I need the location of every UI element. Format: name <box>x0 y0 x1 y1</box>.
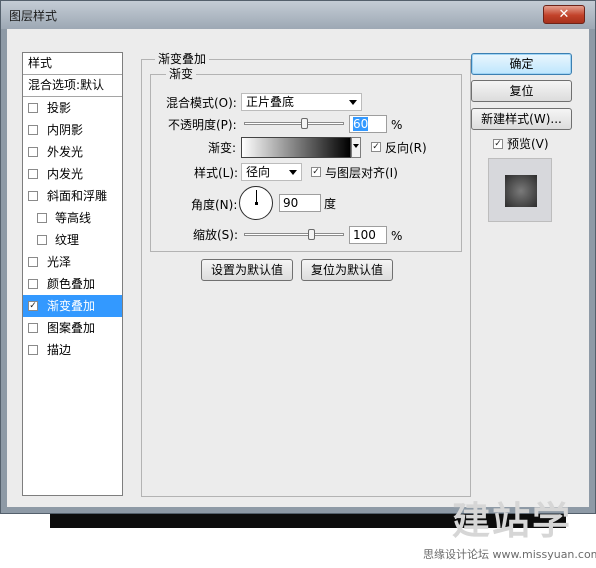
angle-dial[interactable] <box>239 186 273 220</box>
window-title: 图层样式 <box>9 9 58 23</box>
watermark-logo: 建站学 <box>452 499 573 543</box>
sidebar-item-checkbox[interactable] <box>28 279 38 289</box>
gradient-preview[interactable] <box>241 137 351 158</box>
title-bar[interactable]: 图层样式 ✕ <box>1 1 595 29</box>
sidebar-item-label: 内发光 <box>47 167 84 181</box>
scale-percent: % <box>391 229 403 243</box>
sidebar-item-label: 图案叠加 <box>47 321 96 335</box>
sidebar-item[interactable]: 斜面和浮雕 <box>23 185 122 207</box>
sidebar-item[interactable]: 图案叠加 <box>23 317 122 339</box>
opacity-slider[interactable] <box>244 118 344 129</box>
align-with-layer-label: 与图层对齐(I) <box>325 166 398 180</box>
scale-label: 缩放(S): <box>193 228 239 242</box>
sidebar-item[interactable]: 纹理 <box>23 229 122 251</box>
sidebar-item[interactable]: 描边 <box>23 339 122 361</box>
gradient-label: 渐变: <box>208 141 237 155</box>
blend-mode-value: 正片叠底 <box>246 95 295 109</box>
chevron-down-icon <box>349 100 357 105</box>
sidebar-item-label: 描边 <box>47 343 72 357</box>
sidebar-item-checkbox[interactable] <box>28 147 38 157</box>
close-button[interactable]: ✕ <box>543 5 585 24</box>
sidebar-item-checkbox[interactable] <box>28 169 38 179</box>
sidebar-item[interactable]: 颜色叠加 <box>23 273 122 295</box>
sidebar-item[interactable]: 光泽 <box>23 251 122 273</box>
scale-slider-thumb[interactable] <box>308 229 315 240</box>
sidebar-item[interactable]: 内发光 <box>23 163 122 185</box>
opacity-label: 不透明度(P): <box>168 118 237 132</box>
sidebar-item-label: 颜色叠加 <box>47 277 96 291</box>
check-icon: ✓ <box>312 167 320 177</box>
sidebar-item-label: 渐变叠加 <box>47 299 96 313</box>
sidebar-item-label: 等高线 <box>55 211 92 225</box>
opacity-value: 60 <box>353 117 369 131</box>
gradient-overlay-title: 渐变叠加 <box>155 52 210 66</box>
reset-to-default-button[interactable]: 复位为默认值 <box>301 259 393 281</box>
check-icon: ✓ <box>372 142 380 152</box>
sidebar-item-checkbox[interactable] <box>28 103 38 113</box>
gradient-dropdown-button[interactable] <box>351 137 361 158</box>
sidebar-item-checkbox[interactable]: ✓ <box>28 301 38 311</box>
sidebar-item-label: 内阴影 <box>47 123 84 137</box>
watermark-text: 思缘设计论坛 www.missyuan.com <box>423 548 596 561</box>
reset-button[interactable]: 复位 <box>471 80 572 102</box>
style-label: 样式(L): <box>194 166 239 180</box>
sidebar-item[interactable]: ✓ 渐变叠加 <box>23 295 122 317</box>
sidebar-item-checkbox[interactable] <box>37 213 47 223</box>
new-style-button[interactable]: 新建样式(W)... <box>471 108 572 130</box>
gradient-style-select[interactable]: 径向 <box>241 163 302 181</box>
close-icon: ✕ <box>558 7 570 22</box>
gradient-style-value: 径向 <box>246 165 271 179</box>
sidebar-item[interactable]: 等高线 <box>23 207 122 229</box>
sidebar-item-checkbox[interactable] <box>28 345 38 355</box>
sidebar-item-checkbox[interactable] <box>28 125 38 135</box>
preview-swatch <box>505 175 537 207</box>
style-preview-thumbnail <box>488 158 552 222</box>
align-with-layer-checkbox[interactable]: ✓ <box>311 167 321 177</box>
sidebar-item-label: 投影 <box>47 101 72 115</box>
angle-label: 角度(N): <box>191 198 238 212</box>
blend-mode-label: 混合模式(O): <box>166 96 237 110</box>
style-list: 样式 混合选项:默认 投影内阴影外发光内发光斜面和浮雕等高线纹理光泽颜色叠加 ✓ 渐… <box>22 52 123 496</box>
sidebar-item-checkbox[interactable] <box>28 257 38 267</box>
sidebar-item-checkbox[interactable] <box>28 191 38 201</box>
preview-label: 预览(V) <box>507 137 549 151</box>
style-list-header[interactable]: 样式 <box>23 53 122 75</box>
layer-style-dialog: 图层样式 ✕ 样式 混合选项:默认 投影内阴影外发光内发光斜面和浮雕等高线纹理光… <box>0 0 596 514</box>
opacity-slider-thumb[interactable] <box>301 118 308 129</box>
dialog-client-area: 样式 混合选项:默认 投影内阴影外发光内发光斜面和浮雕等高线纹理光泽颜色叠加 ✓ 渐… <box>7 29 589 507</box>
blend-options-item[interactable]: 混合选项:默认 <box>23 75 122 97</box>
check-icon: ✓ <box>494 139 502 149</box>
opacity-input[interactable]: 60 <box>349 115 387 133</box>
angle-unit: 度 <box>324 197 337 211</box>
scale-slider[interactable] <box>244 229 344 240</box>
scale-input[interactable]: 100 <box>349 226 387 244</box>
sidebar-item-label: 外发光 <box>47 145 84 159</box>
sidebar-item[interactable]: 投影 <box>23 97 122 119</box>
reverse-label: 反向(R) <box>385 141 427 155</box>
sidebar-item[interactable]: 外发光 <box>23 141 122 163</box>
angle-dial-center <box>255 202 258 205</box>
chevron-down-icon <box>289 170 297 175</box>
sidebar-item-label: 纹理 <box>55 233 80 247</box>
angle-value: 90 <box>283 196 299 210</box>
blend-mode-select[interactable]: 正片叠底 <box>241 93 362 111</box>
ok-button[interactable]: 确定 <box>471 53 572 75</box>
sidebar-item-label: 光泽 <box>47 255 72 269</box>
make-default-button[interactable]: 设置为默认值 <box>201 259 293 281</box>
sidebar-item-checkbox[interactable] <box>28 323 38 333</box>
angle-input[interactable]: 90 <box>279 194 321 212</box>
gradient-group-title: 渐变 <box>166 67 197 81</box>
scale-value: 100 <box>353 228 376 242</box>
sidebar-item-label: 斜面和浮雕 <box>47 189 108 203</box>
sidebar-item[interactable]: 内阴影 <box>23 119 122 141</box>
sidebar-item-checkbox[interactable] <box>37 235 47 245</box>
preview-checkbox[interactable]: ✓ <box>493 139 503 149</box>
opacity-percent: % <box>391 118 403 132</box>
reverse-checkbox[interactable]: ✓ <box>371 142 381 152</box>
